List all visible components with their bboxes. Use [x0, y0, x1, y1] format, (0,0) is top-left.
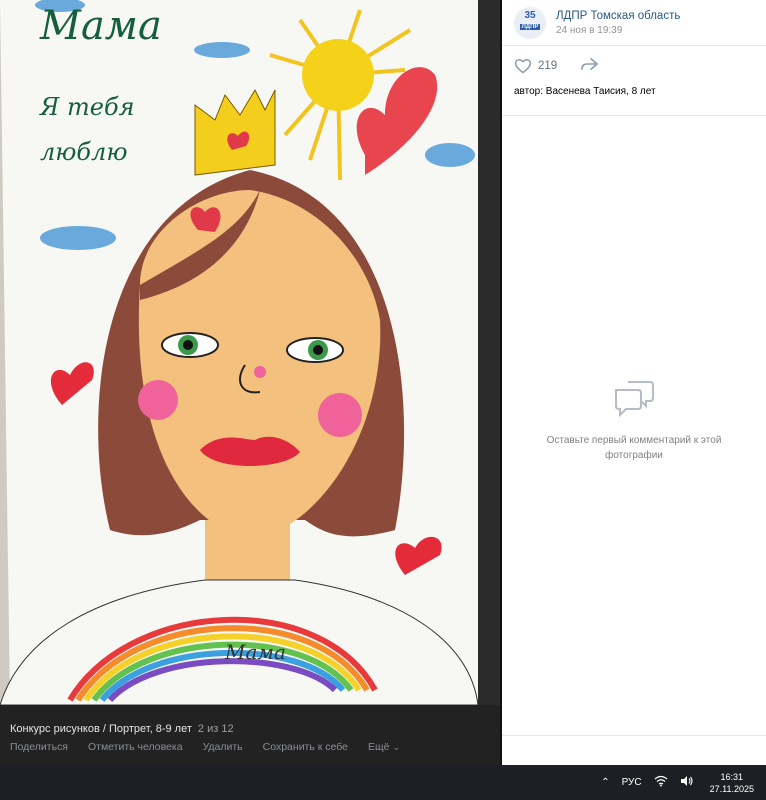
post-stats: 219: [502, 46, 766, 86]
tag-person-action[interactable]: Отметить человека: [88, 741, 183, 753]
clock-time: 16:31: [720, 771, 744, 782]
photo-pane: Мама Я тебя люблю Мама Конкурс рисунков …: [0, 0, 500, 765]
post-header: 35 ЛДПР ЛДПР Томская область 24 ноя в 19…: [502, 0, 766, 46]
group-name-link[interactable]: ЛДПР Томская область: [556, 10, 680, 22]
avatar-text: ЛДПР: [519, 23, 541, 30]
share-button[interactable]: [579, 56, 599, 77]
empty-comments-message: Оставьте первый комментарий к этой фотог…: [546, 435, 722, 461]
group-avatar[interactable]: 35 ЛДПР: [514, 6, 546, 39]
share-action[interactable]: Поделиться: [10, 741, 68, 753]
language-indicator[interactable]: РУС: [622, 777, 642, 788]
more-action[interactable]: Ещё ⌄: [368, 741, 400, 753]
like-count: 219: [538, 60, 558, 72]
delete-action[interactable]: Удалить: [203, 741, 243, 753]
chevron-up-icon[interactable]: ⌃: [601, 777, 609, 788]
album-line: Конкурс рисунков / Портрет, 8-9 лет 2 из …: [10, 723, 490, 735]
clock[interactable]: 16:31 27.11.2025: [710, 771, 754, 795]
clock-date: 27.11.2025: [709, 783, 754, 794]
photo-counter: 2 из 12: [197, 723, 234, 735]
system-tray: ⌃ РУС 16:31 27.11.2025: [601, 771, 754, 795]
drawing-caption-mama: Мама: [40, 3, 162, 49]
photo-footer: Конкурс рисунков / Портрет, 8-9 лет 2 из …: [0, 705, 500, 765]
drawing-photo[interactable]: Мама Я тебя люблю Мама: [0, 0, 500, 705]
share-arrow-icon: [581, 57, 599, 70]
comments-icon: [615, 381, 654, 418]
comment-input-area[interactable]: [502, 735, 766, 765]
chevron-down-icon: ⌄: [392, 742, 400, 752]
drawing-caption-line3: люблю: [40, 138, 128, 166]
avatar-number: 35: [524, 9, 536, 21]
post-date[interactable]: 24 ноя в 19:39: [556, 25, 680, 36]
photo-actions: Поделиться Отметить человека Удалить Сох…: [10, 741, 490, 753]
like-button[interactable]: 219: [514, 58, 557, 74]
photo-author: автор: Васенева Таисия, 8 лет: [502, 86, 766, 116]
volume-icon[interactable]: [680, 775, 694, 790]
post-header-text: ЛДПР Томская область 24 ноя в 19:39: [556, 10, 680, 36]
drawing-signature: Мама: [225, 640, 286, 664]
heart-icon: [514, 59, 532, 74]
more-label: Ещё: [367, 741, 390, 753]
taskbar: ⌃ РУС 16:31 27.11.2025: [0, 765, 766, 800]
photo-sidebar: 35 ЛДПР ЛДПР Томская область 24 ноя в 19…: [502, 0, 766, 765]
album-title[interactable]: Конкурс рисунков / Портрет, 8-9 лет: [10, 723, 192, 735]
photo-viewer: Мама Я тебя люблю Мама Конкурс рисунков …: [0, 0, 766, 765]
empty-comments: Оставьте первый комментарий к этой фотог…: [502, 378, 766, 463]
save-to-self-action[interactable]: Сохранить к себе: [263, 741, 348, 753]
wifi-icon[interactable]: [654, 775, 668, 790]
drawing-caption-line2: Я тебя: [40, 93, 135, 121]
